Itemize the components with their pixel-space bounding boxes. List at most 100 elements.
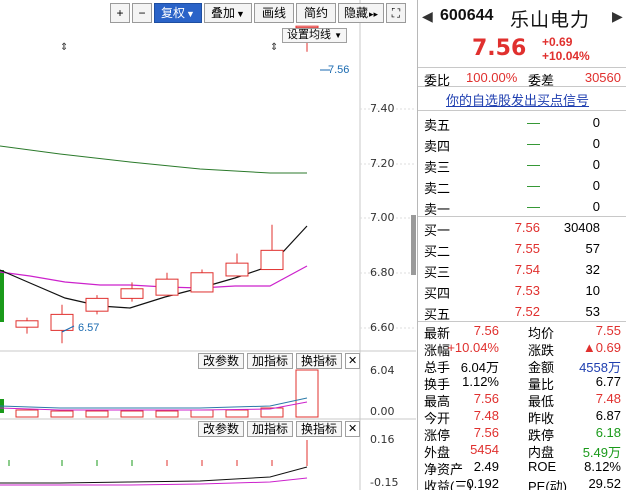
resize-handle-icon[interactable]: ⇕ [60, 42, 68, 53]
volume-bar [15, 409, 39, 418]
stat-value: 7.56 [473, 391, 499, 406]
stat-value: 2.49 [473, 459, 499, 474]
edge-volume-marker [0, 270, 4, 322]
candle-body[interactable] [260, 249, 284, 271]
buy-signal-link[interactable]: 你的自选股发出买点信号 [446, 90, 589, 109]
sell-price: — [527, 199, 540, 214]
stat-value: 6.18 [595, 425, 621, 440]
splitter-handle[interactable] [411, 215, 416, 275]
stat-row: 涨幅 +10.04% 涨跌 ▲0.69 [418, 339, 626, 358]
buy-label: 买二 [424, 244, 451, 259]
current-price: 7.56 [472, 36, 527, 61]
candle-body[interactable] [15, 320, 39, 328]
sell-label: 卖三 [424, 160, 451, 175]
zoom-in-button[interactable]: + [110, 3, 130, 23]
sell-price: — [527, 157, 540, 172]
stat-row: 总手 6.04万 金额 4558万 [418, 356, 626, 375]
stat-value: 7.56 [473, 323, 499, 338]
restore-rights-dropdown[interactable]: 复权▼ [154, 3, 202, 23]
change-params-button[interactable]: 改参数 [198, 421, 245, 437]
change-params-button[interactable]: 改参数 [198, 353, 245, 369]
candle-body[interactable] [85, 297, 109, 312]
stat-label: PE(动) [528, 479, 568, 490]
change-percent: +10.04% [542, 49, 590, 63]
buy-volume: 57 [585, 241, 600, 256]
buy-orders: 买一 7.56 30408 买二 7.55 57 买三 7.54 32 买四 7.53 10 买… [418, 217, 626, 322]
sell-row: 卖二 — 0 [418, 175, 626, 196]
switch-indicator-button[interactable]: 换指标 [296, 421, 343, 437]
switch-indicator-button[interactable]: 换指标 [296, 353, 343, 369]
buy-price: 7.55 [514, 241, 540, 256]
buy-price: 7.53 [514, 283, 540, 298]
draw-line-button[interactable]: 画线 [254, 3, 294, 23]
stat-value: 7.56 [473, 425, 499, 440]
buy-row: 买四 7.53 10 [418, 280, 626, 301]
buy-label: 买四 [424, 286, 451, 301]
stock-name: 乐山电力 [510, 10, 591, 31]
candles-group [15, 25, 319, 344]
y-axis-tick: 6.60 [370, 321, 395, 334]
stat-value: +10.04% [447, 340, 499, 355]
stat-value: ▲0.69 [582, 340, 621, 355]
hide-button[interactable]: 隐藏▸▸ [338, 3, 384, 23]
zoom-out-button[interactable]: − [132, 3, 152, 23]
buy-price: 7.54 [514, 262, 540, 277]
sell-row: 卖五 — 0 [418, 112, 626, 133]
quote-header: ◀ 600644 乐山电力 ▶ [418, 0, 626, 34]
candle-body[interactable] [120, 288, 144, 299]
stat-value: 8.12% [584, 459, 621, 474]
stat-value: 7.55 [595, 323, 621, 338]
change-amount: +0.69 [542, 35, 573, 49]
candle-body[interactable] [190, 272, 214, 293]
volume-bar [225, 409, 249, 418]
next-stock-icon[interactable]: ▶ [612, 8, 623, 25]
vol-axis-tick: 6.04 [370, 364, 395, 377]
order-ratio-row: 委比 100.00% 委差 30560 [418, 67, 626, 88]
buy-price: 7.52 [514, 304, 540, 319]
buy-volume: 32 [585, 262, 600, 277]
sell-row: 卖三 — 0 [418, 154, 626, 175]
macd-indicator-bar: 改参数 加指标 换指标 ✕ [198, 421, 361, 437]
stat-value: 29.52 [588, 476, 621, 490]
buy-volume: 30408 [563, 220, 600, 235]
diff-label: 委差 [528, 73, 555, 88]
dropdown-arrow-icon: ▼ [334, 31, 342, 40]
macd-axis-tick: 0.16 [370, 433, 395, 446]
ma-long-line [0, 145, 307, 174]
sell-volume: 0 [592, 136, 600, 151]
sell-price: — [527, 178, 540, 193]
candle-body[interactable] [155, 278, 179, 296]
volume-bar [295, 369, 319, 418]
dropdown-arrow-icon: ▼ [236, 9, 245, 19]
prev-stock-icon[interactable]: ◀ [422, 8, 433, 25]
expand-button[interactable]: ⛶ [386, 3, 406, 23]
sell-label: 卖二 [424, 181, 451, 196]
buy-row: 买二 7.55 57 [418, 238, 626, 259]
sell-price: — [527, 136, 540, 151]
stat-row: 今开 7.48 昨收 6.87 [418, 407, 626, 426]
candle-body[interactable] [225, 262, 249, 277]
buy-label: 买三 [424, 265, 451, 280]
stat-value: 6.77 [595, 374, 621, 389]
chart-pane[interactable]: + − 复权▼ 叠加▼ 画线 简约 隐藏▸▸ ⛶ ⇕ ⇕ 设置均线 ▼ 7.56… [0, 0, 416, 490]
kline-chart[interactable] [0, 0, 416, 490]
volume-indicator-bar: 改参数 加指标 换指标 ✕ [198, 353, 361, 369]
simple-mode-button[interactable]: 简约 [296, 3, 336, 23]
sell-volume: 0 [592, 178, 600, 193]
ma-settings-dropdown[interactable]: 设置均线 ▼ [282, 28, 347, 43]
stat-label: ROE [528, 459, 557, 474]
stat-value: 1.12% [462, 374, 499, 389]
stat-row: 外盘 5454 内盘 5.49万 [418, 441, 626, 460]
add-indicator-button[interactable]: 加指标 [247, 353, 294, 369]
buy-volume: 10 [585, 283, 600, 298]
sell-volume: 0 [592, 199, 600, 214]
close-icon[interactable]: ✕ [345, 353, 361, 369]
resize-handle-icon[interactable]: ⇕ [270, 42, 278, 53]
add-indicator-button[interactable]: 加指标 [247, 421, 294, 437]
stat-label: 收益(三) [424, 479, 472, 490]
close-icon[interactable]: ✕ [345, 421, 361, 437]
ma-settings-label: 设置均线 [287, 29, 331, 41]
stat-value: 6.87 [595, 408, 621, 423]
overlay-dropdown[interactable]: 叠加▼ [204, 3, 252, 23]
buy-price: 7.56 [514, 220, 540, 235]
